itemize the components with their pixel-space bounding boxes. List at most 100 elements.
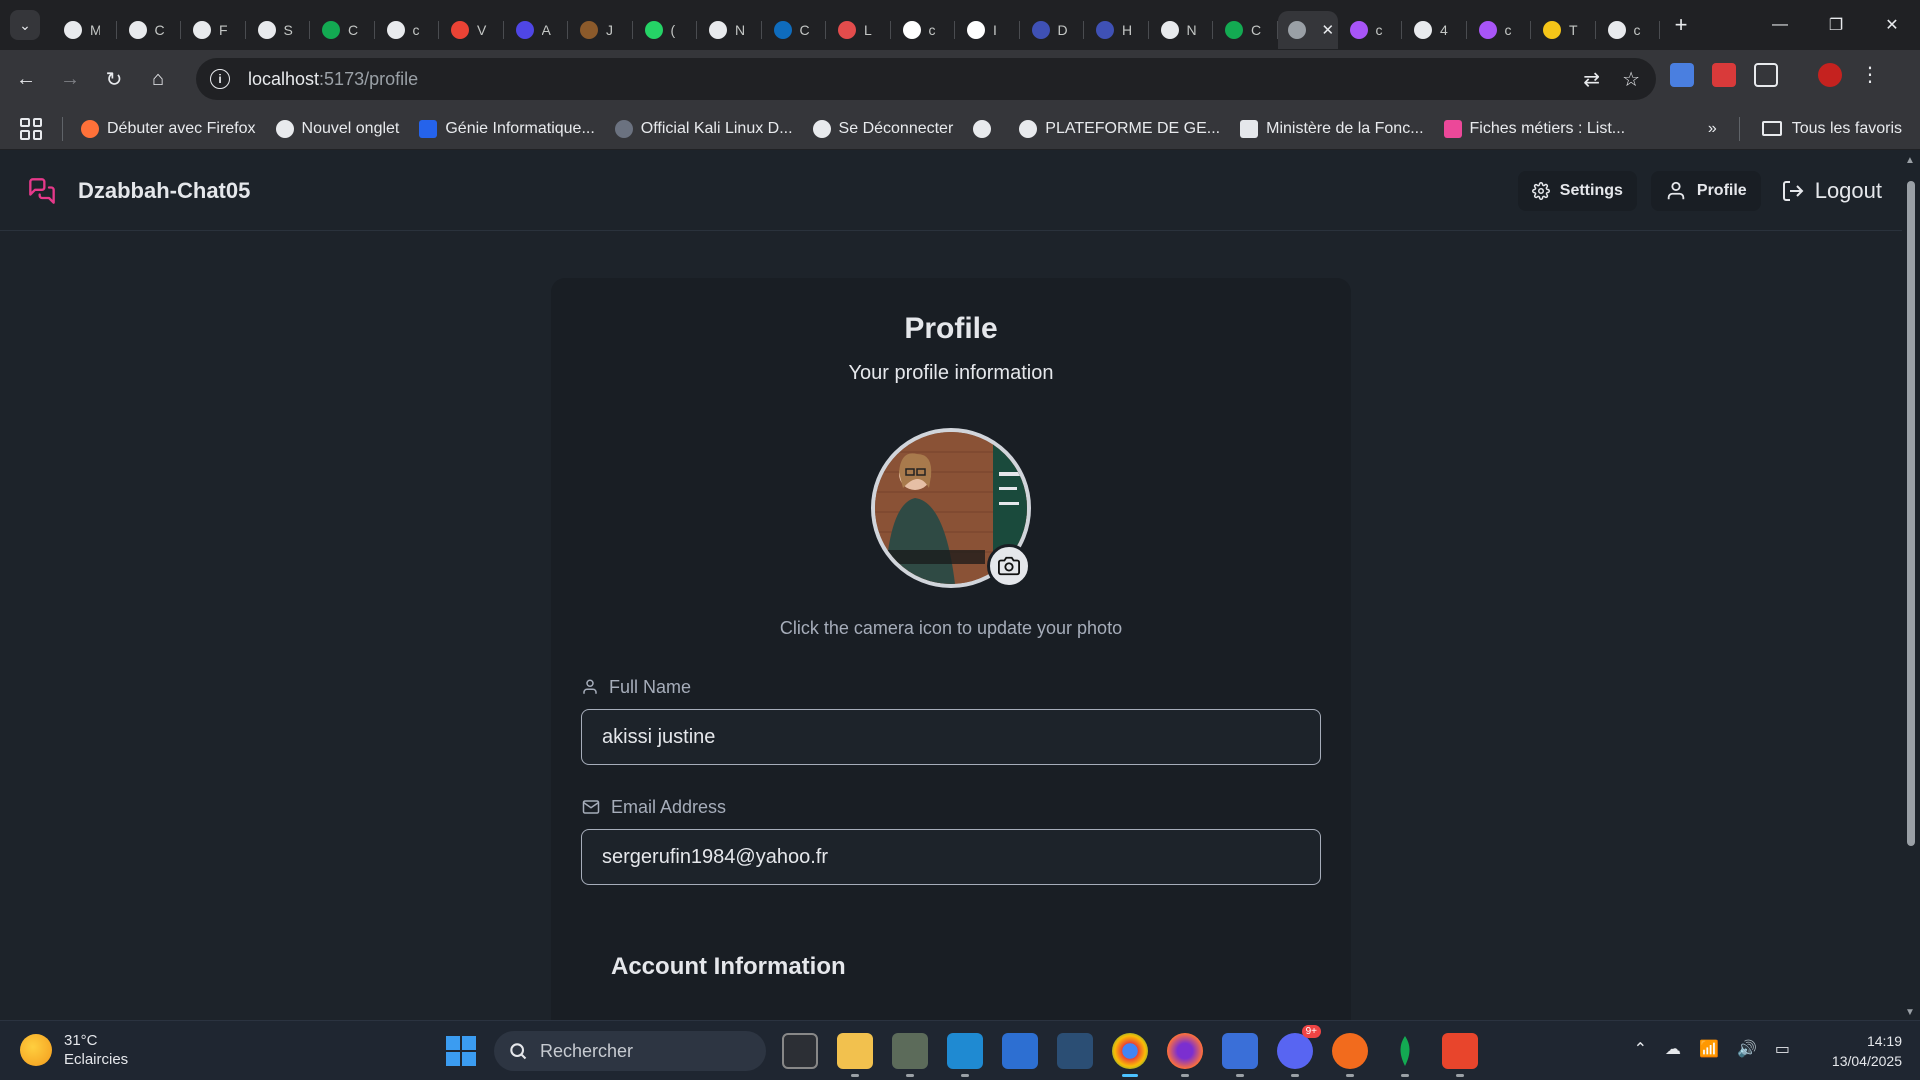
task-view-icon[interactable] (782, 1033, 818, 1069)
mongodb-icon[interactable] (1387, 1033, 1423, 1077)
translate-icon[interactable]: ⇄ (1583, 67, 1600, 92)
close-window-button[interactable]: ✕ (1864, 0, 1920, 50)
change-photo-button[interactable] (987, 544, 1031, 588)
taskbar-apps: 9+ (782, 1025, 1478, 1077)
bookmark-star-icon[interactable]: ☆ (1622, 67, 1640, 92)
notepad-icon[interactable] (1222, 1033, 1258, 1077)
chrome-icon[interactable] (1112, 1033, 1148, 1077)
bookmark-item[interactable] (973, 119, 999, 138)
bookmark-item[interactable]: Fiches métiers : List... (1443, 119, 1625, 138)
google-icon (902, 21, 921, 39)
browser-menu-icon[interactable]: ⋮ (1860, 62, 1880, 87)
extensions-puzzle-icon[interactable] (1754, 62, 1778, 87)
bookmark-item[interactable]: Se Déconnecter (812, 119, 953, 138)
logout-button[interactable]: Logout (1775, 171, 1888, 211)
chat-bubbles-icon[interactable] (28, 177, 56, 205)
minimize-button[interactable]: — (1752, 0, 1808, 50)
bookmark-item[interactable]: Official Kali Linux D... (614, 119, 793, 138)
apps-grid-icon[interactable] (20, 117, 42, 140)
reload-button[interactable]: ↻ (96, 61, 132, 97)
browser-tab[interactable]: C (762, 11, 827, 49)
scroll-down-arrow-icon[interactable]: ▼ (1905, 1007, 1915, 1018)
postman-icon[interactable] (1332, 1033, 1368, 1077)
browser-tab[interactable]: C (117, 11, 182, 49)
visual-studio-icon[interactable] (1002, 1033, 1038, 1069)
scroll-up-arrow-icon[interactable]: ▲ (1905, 155, 1915, 166)
bookmark-item[interactable]: Génie Informatique... (419, 119, 595, 138)
tab-label: C (348, 22, 358, 38)
profile-avatar-icon[interactable] (1818, 62, 1842, 87)
address-bar[interactable]: i localhost:5173/profile ⇄ ☆ (196, 58, 1656, 100)
full-name-input[interactable]: akissi justine (581, 709, 1321, 765)
tray-overflow-chevron-icon[interactable]: ⌃ (1634, 1039, 1647, 1059)
email-input[interactable]: sergerufin1984@yahoo.fr (581, 829, 1321, 885)
extension-icon[interactable] (1670, 62, 1694, 87)
bookmark-item[interactable]: Débuter avec Firefox (81, 119, 256, 138)
browser-tab[interactable]: M (52, 11, 117, 49)
tab-label: F (219, 22, 228, 38)
db-tool-icon[interactable] (892, 1033, 928, 1077)
vscode-icon[interactable] (947, 1033, 983, 1077)
extension-icon[interactable] (1712, 62, 1736, 87)
settings-button[interactable]: Settings (1517, 171, 1637, 211)
browser-tab[interactable]: c (891, 11, 956, 49)
browser-tab[interactable]: I (955, 11, 1020, 49)
more-bookmarks-chevron[interactable]: » (1708, 120, 1717, 138)
browser-tab[interactable]: A (504, 11, 569, 49)
app-brand-name[interactable]: Dzabbah-Chat05 (78, 178, 250, 204)
taskbar-clock[interactable]: 14:19 13/04/2025 (1832, 1031, 1902, 1071)
discord-icon[interactable]: 9+ (1277, 1025, 1321, 1077)
site-info-icon[interactable]: i (210, 69, 230, 89)
firefox-icon[interactable] (1167, 1033, 1203, 1077)
tab-label: M (90, 22, 100, 38)
all-bookmarks-folder[interactable]: Tous les favoris (1761, 120, 1902, 138)
tab-search-button[interactable]: ⌄ (10, 10, 40, 40)
home-button[interactable]: ⌂ (140, 61, 176, 97)
browser-tab[interactable]: J (568, 11, 633, 49)
browser-tab[interactable]: N (1149, 11, 1214, 49)
close-tab-icon[interactable]: ✕ (1322, 21, 1335, 39)
bookmark-label: Official Kali Linux D... (640, 119, 793, 137)
battery-icon[interactable]: ▭ (1775, 1039, 1790, 1059)
tab-active[interactable]: c✕ (1277, 11, 1338, 49)
file-explorer-icon[interactable] (837, 1033, 873, 1077)
onedrive-icon[interactable]: ☁ (1665, 1039, 1681, 1059)
taskbar-search[interactable]: Rechercher (494, 1031, 766, 1071)
browser-tab[interactable]: T (1531, 11, 1596, 49)
scrollbar-thumb[interactable] (1907, 181, 1915, 846)
windows-start-icon[interactable] (446, 1036, 476, 1066)
browser-tab[interactable]: L (826, 11, 891, 49)
browser-tab[interactable]: S (246, 11, 311, 49)
browser-tab[interactable]: ( (633, 11, 698, 49)
browser-tab[interactable]: H (1084, 11, 1149, 49)
bookmark-item[interactable]: Ministère de la Fonc... (1240, 119, 1424, 138)
back-button[interactable]: ← (8, 61, 44, 97)
reader-icon[interactable] (1442, 1033, 1478, 1077)
page-scrollbar[interactable]: ▲ ▼ (1902, 151, 1920, 1020)
new-tab-button[interactable]: + (1666, 10, 1696, 40)
browser-tab[interactable]: C (310, 11, 375, 49)
profile-button[interactable]: Profile (1650, 171, 1761, 211)
browser-tab[interactable]: N (697, 11, 762, 49)
browser-tab[interactable]: c (375, 11, 440, 49)
restore-button[interactable]: ❐ (1808, 0, 1864, 50)
weather-widget[interactable]: 31°C Eclaircies (20, 1031, 128, 1069)
clock-date: 13/04/2025 (1831, 1053, 1902, 1069)
browser-tab[interactable]: 4 (1402, 11, 1467, 49)
browser-tab[interactable]: V (439, 11, 504, 49)
forward-button[interactable]: → (52, 61, 88, 97)
browser-tab[interactable]: D (1020, 11, 1085, 49)
browser-tab[interactable]: C (1213, 11, 1278, 49)
volume-icon[interactable]: 🔊 (1737, 1039, 1757, 1059)
wifi-icon[interactable]: 📶 (1699, 1039, 1719, 1059)
browser-tab[interactable]: c (1338, 11, 1403, 49)
browser-tab[interactable]: F (181, 11, 246, 49)
bookmark-item[interactable]: Nouvel onglet (275, 119, 399, 138)
app-navbar: Dzabbah-Chat05 Settings Profile Logout (0, 151, 1902, 231)
bookmark-item[interactable]: PLATEFORME DE GE... (1019, 119, 1220, 138)
browser-tab[interactable]: c (1596, 11, 1661, 49)
github-icon (386, 21, 405, 39)
sql-tool-icon[interactable] (1057, 1033, 1093, 1069)
browser-tab[interactable]: c (1467, 11, 1532, 49)
url-text[interactable]: localhost:5173/profile (248, 69, 418, 90)
